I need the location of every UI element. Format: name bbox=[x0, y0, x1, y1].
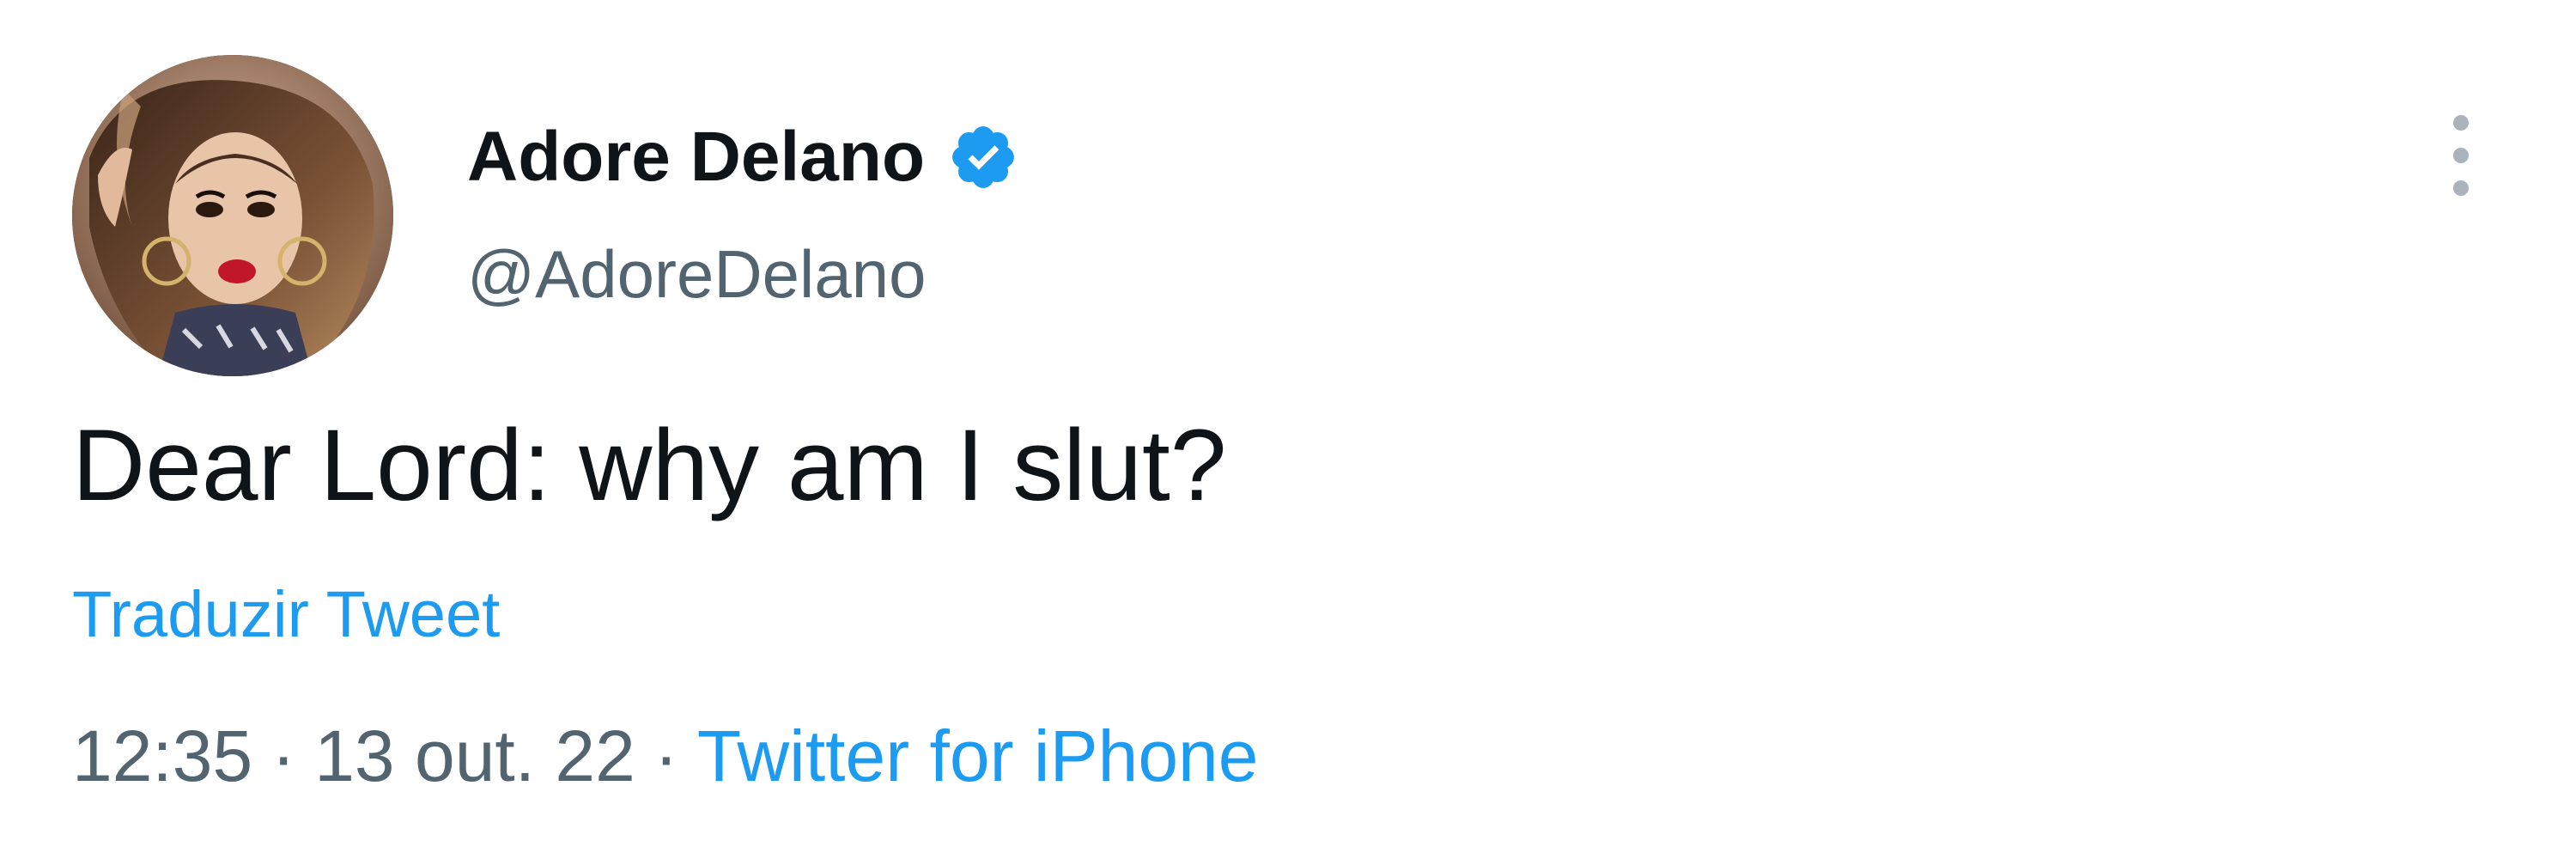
separator: · bbox=[653, 716, 678, 796]
tweet-text: Dear Lord: why am I slut? bbox=[72, 409, 1227, 522]
avatar[interactable] bbox=[72, 55, 393, 376]
display-name[interactable]: Adore Delano bbox=[467, 122, 925, 192]
menu-dot bbox=[2453, 115, 2469, 131]
tweet-time[interactable]: 12:35 bbox=[72, 720, 252, 792]
menu-dot bbox=[2453, 148, 2469, 163]
separator: · bbox=[271, 716, 296, 796]
tweet-card: Adore Delano @AdoreDelano Dear Lord: why… bbox=[0, 0, 2576, 859]
menu-dot bbox=[2453, 180, 2469, 196]
user-handle[interactable]: @AdoreDelano bbox=[467, 241, 927, 308]
tweet-metadata: 12:35 · 13 out. 22 · Twitter for iPhone bbox=[72, 720, 1258, 792]
user-name-row: Adore Delano bbox=[467, 110, 1019, 204]
verified-badge-icon bbox=[952, 126, 1014, 188]
tweet-date[interactable]: 13 out. 22 bbox=[314, 720, 635, 792]
translate-tweet-link[interactable]: Traduzir Tweet bbox=[72, 582, 500, 648]
profile-photo bbox=[72, 55, 393, 376]
tweet-source-link[interactable]: Twitter for iPhone bbox=[697, 720, 1259, 792]
more-vertical-icon[interactable] bbox=[2435, 108, 2487, 203]
